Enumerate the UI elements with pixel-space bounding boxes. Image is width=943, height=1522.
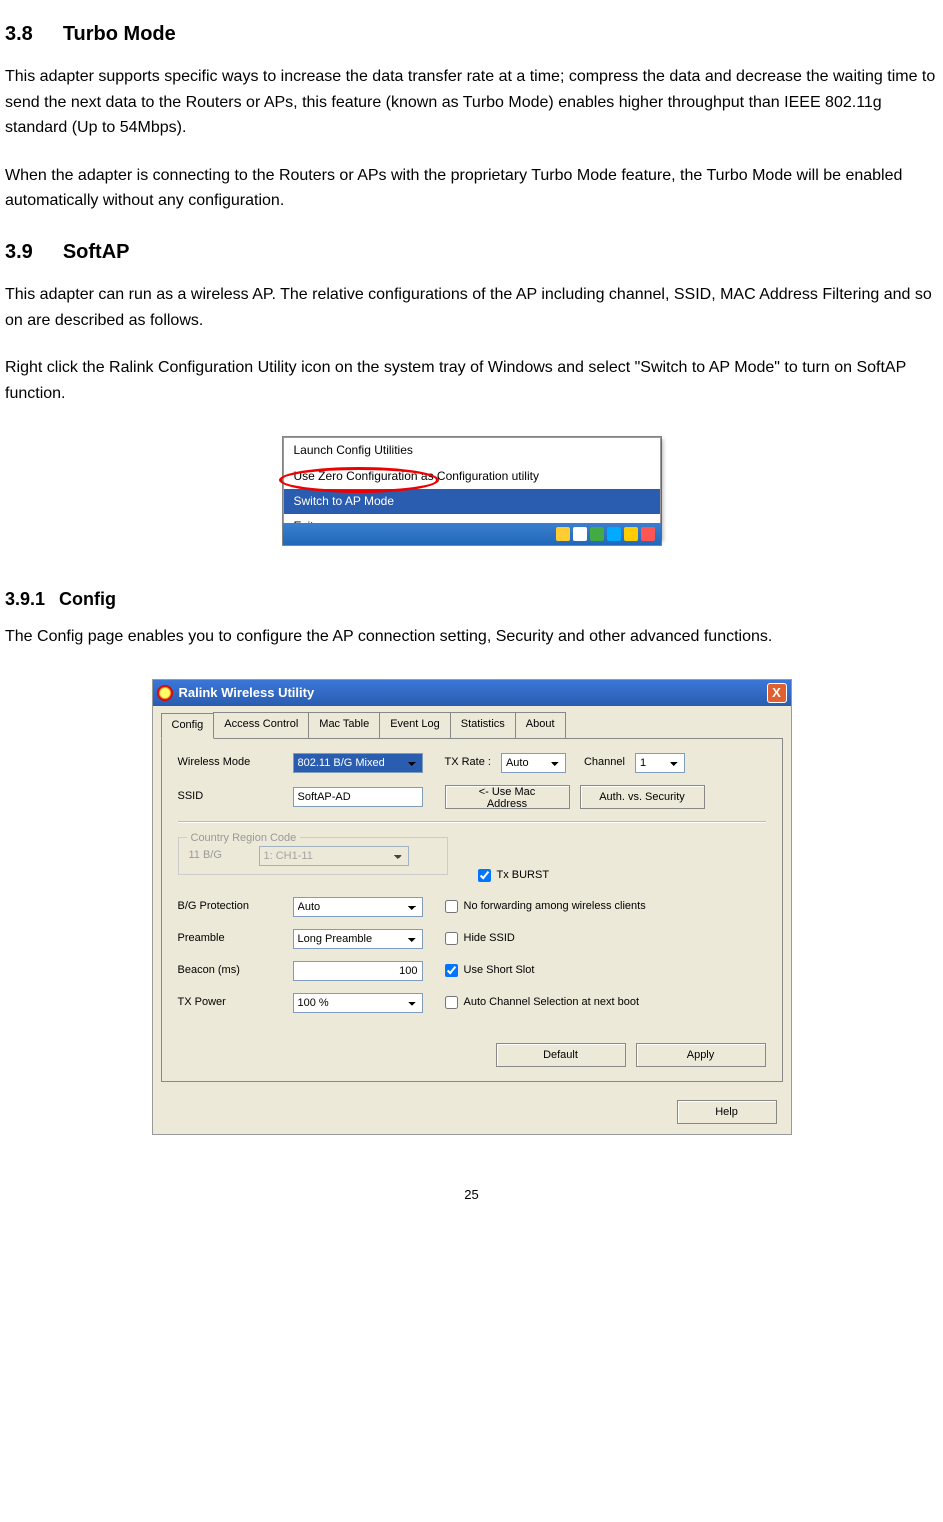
tx-power-label: TX Power [178, 994, 283, 1012]
menu-item-zero-config[interactable]: Use Zero Configuration as Configuration … [284, 464, 660, 489]
section-title: Config [59, 589, 116, 609]
country-region-legend: Country Region Code [187, 830, 301, 848]
use-mac-button[interactable]: <- Use Mac Address [445, 785, 570, 809]
paragraph: This adapter supports specific ways to i… [5, 64, 938, 141]
preamble-select[interactable]: Long Preamble [293, 929, 423, 949]
tray-icon [573, 527, 587, 541]
no-forwarding-checkbox[interactable]: No forwarding among wireless clients [445, 898, 646, 916]
paragraph: The Config page enables you to configure… [5, 624, 938, 650]
context-menu-figure: Launch Config Utilities Use Zero Configu… [5, 436, 938, 555]
wireless-mode-label: Wireless Mode [178, 754, 283, 772]
beacon-label: Beacon (ms) [178, 962, 283, 980]
paragraph: When the adapter is connecting to the Ro… [5, 163, 938, 214]
paragraph: Right click the Ralink Configuration Uti… [5, 355, 938, 406]
tx-rate-label: TX Rate : [445, 754, 491, 772]
page-number: 25 [5, 1185, 938, 1206]
menu-item-launch[interactable]: Launch Config Utilities [284, 438, 660, 463]
paragraph: This adapter can run as a wireless AP. T… [5, 282, 938, 333]
tab-statistics[interactable]: Statistics [450, 712, 516, 738]
section-title: SoftAP [63, 241, 130, 263]
tray-icon [556, 527, 570, 541]
tx-rate-select[interactable]: Auto [501, 753, 566, 773]
app-icon [157, 685, 173, 701]
menu-item-switch-ap[interactable]: Switch to AP Mode [284, 489, 660, 514]
help-button[interactable]: Help [677, 1100, 777, 1124]
country-region-fieldset: Country Region Code 11 B/G 1: CH1-11 [178, 837, 448, 875]
hide-ssid-input[interactable] [445, 932, 458, 945]
divider [178, 821, 766, 823]
tray-icon [624, 527, 638, 541]
tray-icon [590, 527, 604, 541]
dialog-footer: Help [153, 1090, 791, 1134]
beacon-input[interactable] [293, 961, 423, 981]
auth-security-button[interactable]: Auth. vs. Security [580, 785, 705, 809]
tab-access-control[interactable]: Access Control [213, 712, 309, 738]
tx-power-select[interactable]: 100 % [293, 993, 423, 1013]
tray-icon [607, 527, 621, 541]
titlebar: Ralink Wireless Utility X [153, 680, 791, 706]
apply-button[interactable]: Apply [636, 1043, 766, 1067]
preamble-label: Preamble [178, 930, 283, 948]
bg-protection-label: B/G Protection [178, 898, 283, 916]
ssid-input[interactable] [293, 787, 423, 807]
tabs: Config Access Control Mac Table Event Lo… [153, 706, 791, 738]
close-button[interactable]: X [767, 683, 787, 703]
section-num: 3.9 [5, 236, 33, 268]
no-forwarding-input[interactable] [445, 900, 458, 913]
tx-burst-checkbox[interactable]: Tx BURST [478, 867, 550, 885]
section-title: Turbo Mode [63, 23, 176, 45]
utility-window-figure: Ralink Wireless Utility X Config Access … [5, 679, 938, 1134]
eleven-bg-label: 11 B/G [189, 847, 249, 865]
tray-icon [641, 527, 655, 541]
window-title: Ralink Wireless Utility [179, 683, 767, 704]
tab-mac-table[interactable]: Mac Table [308, 712, 380, 738]
auto-channel-checkbox[interactable]: Auto Channel Selection at next boot [445, 994, 640, 1012]
ssid-label: SSID [178, 788, 283, 806]
channel-label: Channel [584, 754, 625, 772]
default-button[interactable]: Default [496, 1043, 626, 1067]
hide-ssid-checkbox[interactable]: Hide SSID [445, 930, 515, 948]
tab-event-log[interactable]: Event Log [379, 712, 451, 738]
taskbar [283, 523, 661, 545]
section-num: 3.8 [5, 18, 33, 50]
section-num: 3.9.1 [5, 585, 45, 614]
heading-softap: 3.9 SoftAP [5, 236, 938, 268]
short-slot-input[interactable] [445, 964, 458, 977]
tab-content: Wireless Mode 802.11 B/G Mixed TX Rate :… [161, 738, 783, 1082]
utility-window: Ralink Wireless Utility X Config Access … [152, 679, 792, 1134]
tab-about[interactable]: About [515, 712, 566, 738]
heading-turbo-mode: 3.8 Turbo Mode [5, 18, 938, 50]
bg-protection-select[interactable]: Auto [293, 897, 423, 917]
tx-burst-input[interactable] [478, 869, 491, 882]
auto-channel-input[interactable] [445, 996, 458, 1009]
wireless-mode-select[interactable]: 802.11 B/G Mixed [293, 753, 423, 773]
tab-config[interactable]: Config [161, 713, 215, 739]
heading-config: 3.9.1 Config [5, 585, 938, 614]
eleven-bg-select: 1: CH1-11 [259, 846, 409, 866]
channel-select[interactable]: 1 [635, 753, 685, 773]
short-slot-checkbox[interactable]: Use Short Slot [445, 962, 535, 980]
